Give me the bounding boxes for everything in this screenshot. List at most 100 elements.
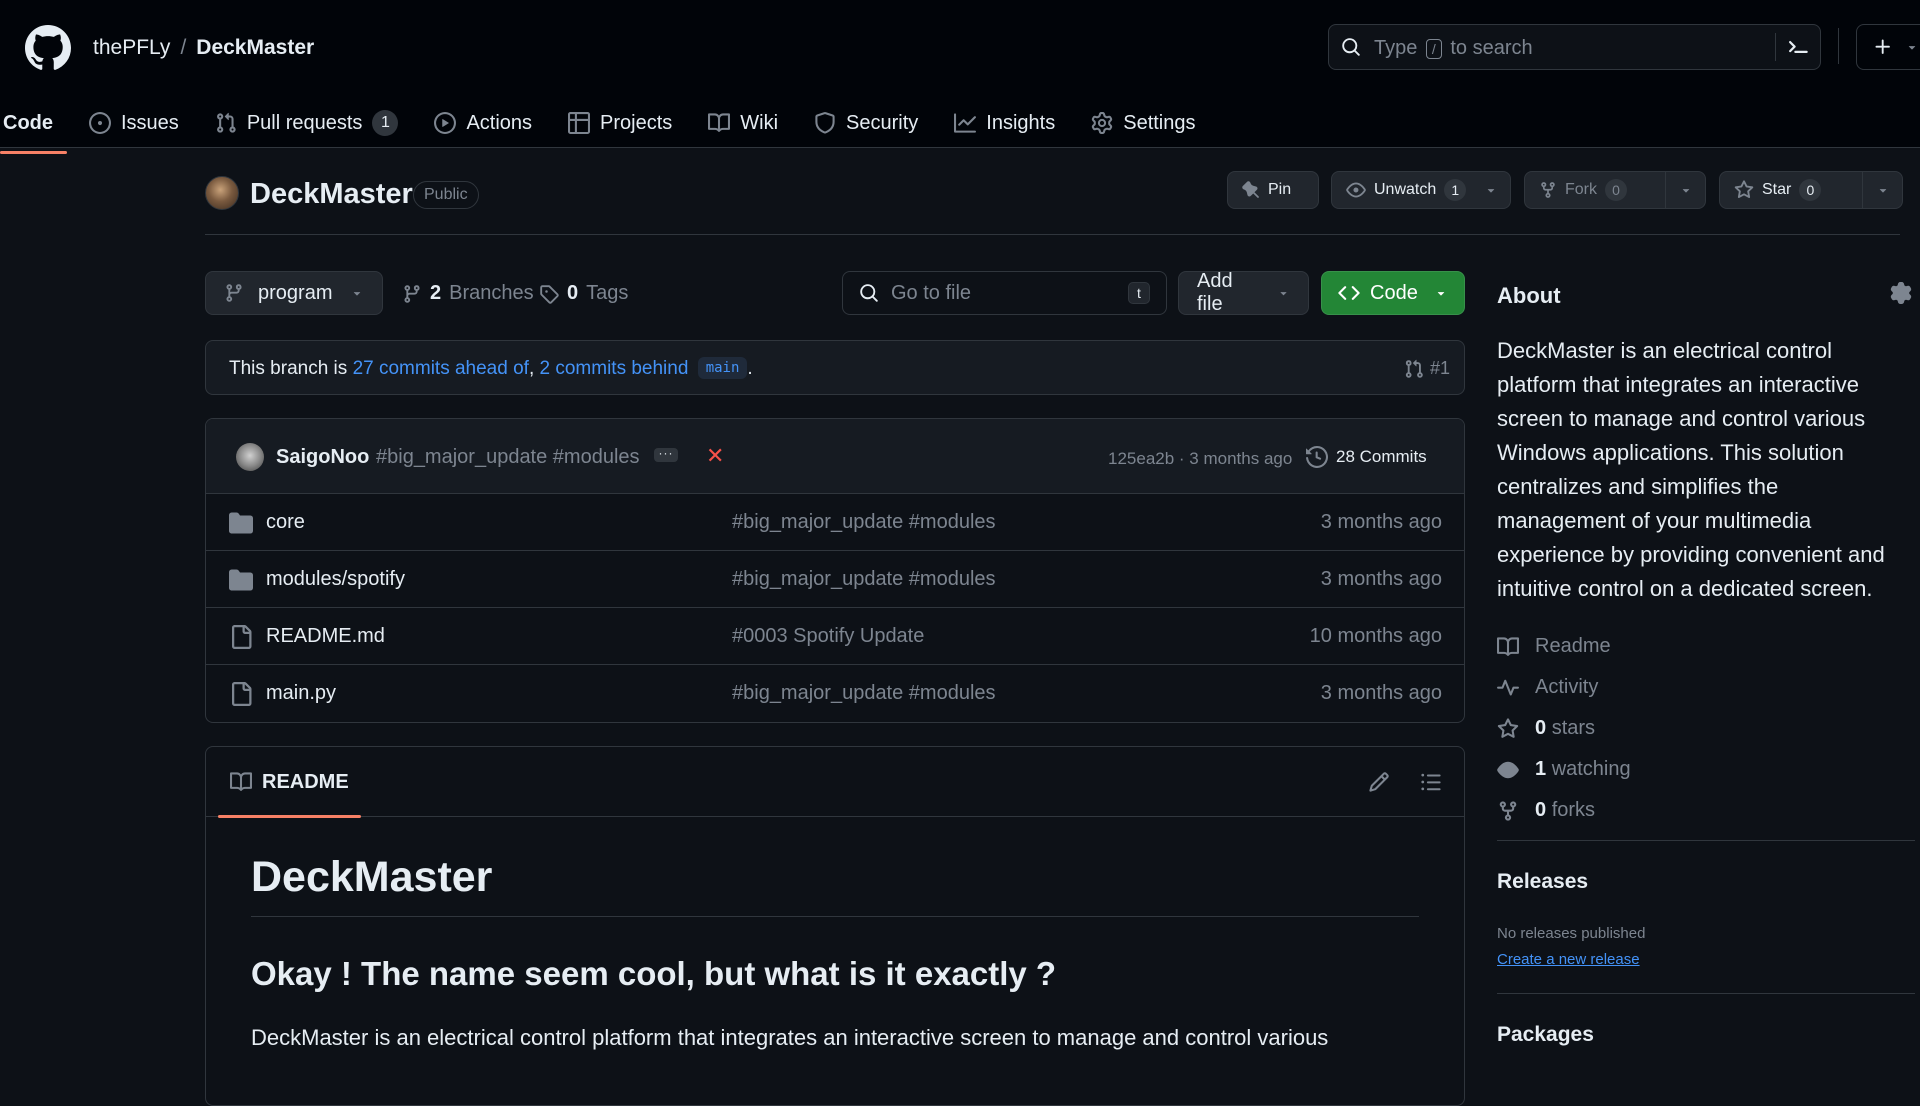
search-shortcut-key: / <box>1425 39 1442 59</box>
tab-insights[interactable]: Insights <box>940 105 1069 141</box>
graph-icon <box>954 113 977 133</box>
about-description: DeckMaster is an electrical control plat… <box>1497 338 1885 601</box>
file-commit-message[interactable]: #0003 Spotify Update <box>732 625 924 648</box>
avatar[interactable] <box>236 443 264 471</box>
create-new-button[interactable] <box>1856 24 1920 70</box>
base-branch-chip[interactable]: main <box>697 357 748 379</box>
pull-request-link[interactable]: #1 <box>1404 358 1450 379</box>
file-name[interactable]: modules/spotify <box>266 568 405 591</box>
file-name[interactable]: main.py <box>266 682 336 705</box>
commit-sha-time[interactable]: 125ea2b · 3 months ago <box>1108 449 1292 469</box>
readme-link[interactable]: Readme <box>1497 626 1631 667</box>
owner-avatar[interactable] <box>205 176 239 210</box>
readme-subtitle: Okay ! The name seem cool, but what is i… <box>251 955 1057 992</box>
commits-behind-link[interactable]: 2 commits behind <box>540 358 689 379</box>
unwatch-label: Unwatch <box>1374 181 1437 198</box>
tags-link[interactable]: 0 Tags <box>539 282 628 305</box>
no-releases-text: No releases published <box>1497 925 1646 942</box>
file-icon <box>232 625 252 649</box>
commit-message[interactable]: #big_major_update #modules <box>376 446 640 469</box>
activity-link[interactable]: Activity <box>1497 667 1631 708</box>
go-to-file-input[interactable]: Go to file t <box>842 271 1167 315</box>
releases-heading[interactable]: Releases <box>1497 870 1588 894</box>
repo-link[interactable]: DeckMaster <box>196 36 314 60</box>
github-logo-icon[interactable] <box>25 25 71 71</box>
expand-commit-button[interactable]: ··· <box>654 447 678 462</box>
readme-panel: README DeckMaster Okay ! The name seem c… <box>205 746 1465 1106</box>
search-suffix: to search <box>1450 37 1533 59</box>
readme-tab[interactable]: README <box>218 747 361 818</box>
pin-button[interactable]: Pin <box>1227 171 1319 209</box>
search-input[interactable]: Type / to search <box>1328 24 1821 70</box>
branch-icon <box>404 284 420 303</box>
tab-security[interactable]: Security <box>800 105 932 141</box>
table-row[interactable]: README.md #0003 Spotify Update 10 months… <box>206 608 1464 665</box>
breadcrumb-separator: / <box>180 36 187 59</box>
file-icon <box>232 682 252 706</box>
tab-actions[interactable]: Actions <box>420 105 546 141</box>
commits-history-link[interactable]: 28 Commits <box>1306 446 1427 468</box>
watching-link[interactable]: 1 watching <box>1497 749 1631 790</box>
visibility-badge: Public <box>413 181 479 209</box>
branches-link[interactable]: 2 Branches <box>402 282 534 305</box>
commit-author[interactable]: SaigoNoo <box>276 446 369 469</box>
fork-button[interactable]: Fork 0 <box>1524 171 1706 209</box>
pull-request-icon <box>216 112 236 133</box>
file-table: SaigoNoo #big_major_update #modules ··· … <box>205 418 1465 723</box>
table-row[interactable]: core #big_major_update #modules 3 months… <box>206 494 1464 551</box>
unwatch-button[interactable]: Unwatch 1 <box>1331 171 1511 209</box>
create-release-link[interactable]: Create a new release <box>1497 951 1640 968</box>
tab-pull-requests[interactable]: Pull requests 1 <box>201 105 413 141</box>
file-age: 10 months ago <box>1309 625 1442 647</box>
chevron-down-icon <box>1908 46 1916 50</box>
tab-code[interactable]: Code <box>0 105 67 154</box>
packages-heading[interactable]: Packages <box>1497 1023 1594 1047</box>
branch-selector[interactable]: program <box>205 271 383 315</box>
table-row[interactable]: modules/spotify #big_major_update #modul… <box>206 551 1464 608</box>
table-row[interactable]: main.py #big_major_update #modules 3 mon… <box>206 665 1464 722</box>
star-label: Star <box>1762 181 1792 198</box>
tab-issues[interactable]: Issues <box>75 105 193 141</box>
repo-title[interactable]: DeckMaster <box>250 178 413 211</box>
file-commit-message[interactable]: #big_major_update #modules <box>732 511 996 534</box>
add-file-button[interactable]: Add file <box>1178 270 1309 315</box>
forks-link[interactable]: 0 forks <box>1497 790 1631 831</box>
check-failed-icon[interactable]: ✕ <box>706 443 724 469</box>
owner-link[interactable]: thePFLy <box>93 36 170 60</box>
list-outline-icon[interactable] <box>1420 771 1442 793</box>
stars-link[interactable]: 0 stars <box>1497 708 1631 749</box>
fork-dropdown[interactable] <box>1665 172 1705 208</box>
readme-content: DeckMaster Okay ! The name seem cool, bu… <box>206 853 1464 1053</box>
readme-tab-label: README <box>262 770 349 793</box>
commits-count: 28 Commits <box>1336 447 1427 466</box>
tab-label: Settings <box>1123 111 1196 134</box>
pencil-icon[interactable] <box>1368 771 1390 793</box>
code-button[interactable]: Code <box>1321 271 1465 315</box>
star-dropdown[interactable] <box>1862 172 1902 208</box>
header-divider <box>1838 28 1839 64</box>
gear-icon[interactable] <box>1890 282 1912 304</box>
file-name[interactable]: core <box>266 511 305 534</box>
star-button[interactable]: Star 0 <box>1719 171 1903 209</box>
activity-link-label: Activity <box>1535 676 1599 698</box>
fork-label: Fork <box>1565 181 1597 198</box>
stars-label: stars <box>1551 717 1596 739</box>
banner-comma: , <box>528 358 535 379</box>
file-name[interactable]: README.md <box>266 625 385 648</box>
divider <box>205 234 1900 235</box>
file-commit-message[interactable]: #big_major_update #modules <box>732 682 996 705</box>
commits-ahead-link[interactable]: 27 commits ahead of <box>353 358 529 379</box>
file-commit-message[interactable]: #big_major_update #modules <box>732 568 996 591</box>
readme-toolbar <box>1368 771 1442 793</box>
watching-label: watching <box>1551 758 1631 780</box>
tab-settings[interactable]: Settings <box>1077 105 1209 141</box>
tab-projects[interactable]: Projects <box>554 105 686 141</box>
fork-count: 0 <box>1605 179 1627 201</box>
pull-request-number: #1 <box>1429 358 1450 378</box>
book-icon <box>1497 636 1519 656</box>
command-palette-icon[interactable] <box>1786 35 1810 59</box>
history-icon <box>1306 446 1328 468</box>
global-header: thePFLy / DeckMaster Type / to search Co… <box>0 0 1920 154</box>
readme-title: DeckMaster <box>251 853 1419 917</box>
tab-wiki[interactable]: Wiki <box>694 105 792 141</box>
